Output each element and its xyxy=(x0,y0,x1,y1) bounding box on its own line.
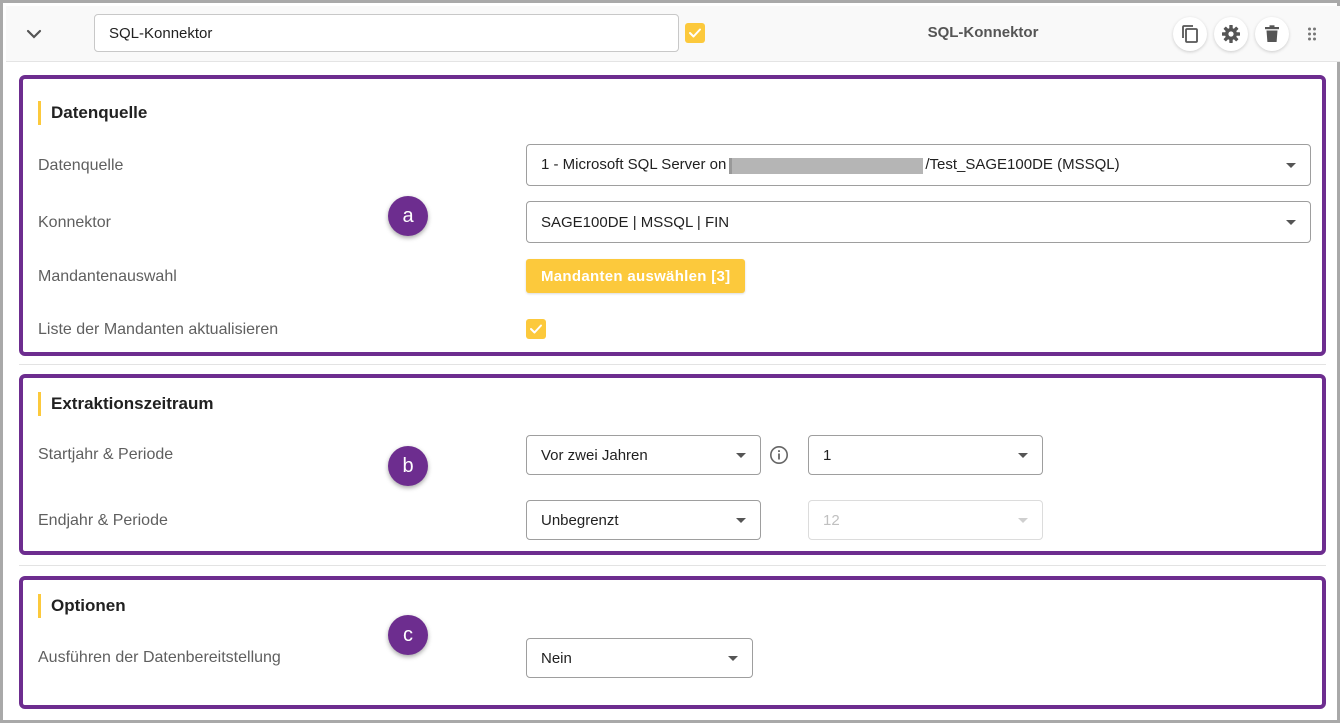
mandantenauswahl-label: Mandantenauswahl xyxy=(38,268,177,285)
connector-header: SQL-Konnektor xyxy=(6,6,1340,62)
check-icon xyxy=(530,324,542,334)
startjahr-select[interactable]: Vor zwei Jahren xyxy=(526,435,761,475)
konnektor-value: SAGE100DE | MSSQL | FIN xyxy=(541,213,730,231)
datenquelle-value-prefix: 1 - Microsoft SQL Server on xyxy=(541,156,727,174)
startperiode-select[interactable]: 1 xyxy=(808,435,1043,475)
endjahr-value: Unbegrenzt xyxy=(541,511,619,529)
section-title-datenquelle: Datenquelle xyxy=(38,101,147,125)
copy-button[interactable] xyxy=(1173,17,1207,51)
redacted-server-name xyxy=(729,157,924,174)
endperiode-value: 12 xyxy=(823,511,840,529)
copy-icon xyxy=(1182,25,1198,43)
dropdown-caret-icon xyxy=(1286,219,1296,225)
section-divider xyxy=(19,364,1326,365)
dropdown-caret-icon xyxy=(736,517,746,523)
connector-name-input[interactable] xyxy=(94,14,679,52)
gear-icon xyxy=(1222,25,1240,43)
trash-icon xyxy=(1265,25,1279,42)
section-title-extraktionszeitraum: Extraktionszeitraum xyxy=(38,392,214,416)
konnektor-label: Konnektor xyxy=(38,214,111,231)
header-title: SQL-Konnektor xyxy=(927,24,1039,41)
annotation-badge-b: b xyxy=(388,446,428,486)
delete-button[interactable] xyxy=(1255,17,1289,51)
datenquelle-select[interactable]: 1 - Microsoft SQL Server on/Test_SAGE100… xyxy=(526,144,1311,186)
info-icon[interactable] xyxy=(769,445,789,465)
dropdown-caret-icon xyxy=(1018,452,1028,458)
datenquelle-section: Datenquelle Datenquelle 1 - Microsoft SQ… xyxy=(19,75,1326,356)
liste-aktualisieren-label: Liste der Mandanten aktualisieren xyxy=(38,321,279,338)
startjahr-value: Vor zwei Jahren xyxy=(541,446,648,464)
dropdown-caret-icon xyxy=(1018,517,1028,523)
settings-button[interactable] xyxy=(1214,17,1248,51)
startjahr-label: Startjahr & Periode xyxy=(38,446,174,463)
endjahr-label: Endjahr & Periode xyxy=(38,512,168,529)
endperiode-select: 12 xyxy=(808,500,1043,540)
check-icon xyxy=(689,28,701,38)
ausfuehren-label: Ausführen der Datenbereitstellung xyxy=(38,649,281,666)
dropdown-caret-icon xyxy=(728,655,738,661)
section-divider xyxy=(19,565,1326,566)
dropdown-caret-icon xyxy=(1286,162,1296,168)
annotation-badge-c: c xyxy=(388,615,428,655)
drag-handle-icon[interactable] xyxy=(1304,26,1320,42)
active-checkbox[interactable] xyxy=(685,23,705,43)
section-title-optionen: Optionen xyxy=(38,594,126,618)
datenquelle-value-suffix: /Test_SAGE100DE (MSSQL) xyxy=(925,156,1120,174)
annotation-badge-a: a xyxy=(388,196,428,236)
dropdown-caret-icon xyxy=(736,452,746,458)
chevron-down-icon[interactable] xyxy=(23,23,45,45)
konnektor-select[interactable]: SAGE100DE | MSSQL | FIN xyxy=(526,201,1311,243)
extraktionszeitraum-section: Extraktionszeitraum Startjahr & Periode … xyxy=(19,374,1326,555)
endjahr-select[interactable]: Unbegrenzt xyxy=(526,500,761,540)
liste-aktualisieren-checkbox[interactable] xyxy=(526,319,546,339)
ausfuehren-value: Nein xyxy=(541,649,572,667)
ausfuehren-select[interactable]: Nein xyxy=(526,638,753,678)
connector-panel: SQL-Konnektor SQL-Konnektor Datenquelle … xyxy=(0,0,1340,723)
datenquelle-label: Datenquelle xyxy=(38,157,124,174)
mandanten-auswaehlen-button[interactable]: Mandanten auswählen [3] xyxy=(526,259,746,293)
startperiode-value: 1 xyxy=(823,446,832,464)
optionen-section: Optionen c Ausführen der Datenbereitstel… xyxy=(19,576,1326,709)
